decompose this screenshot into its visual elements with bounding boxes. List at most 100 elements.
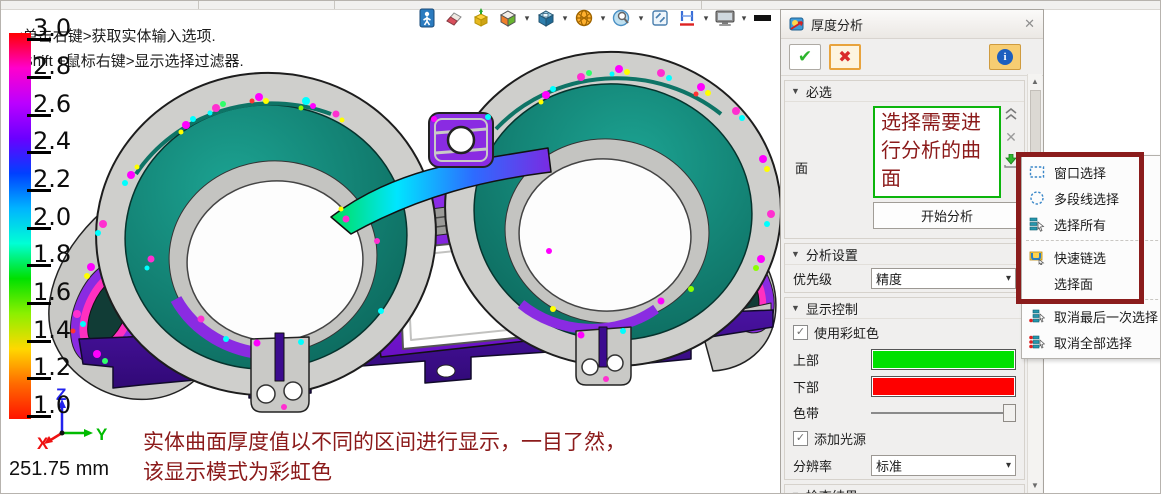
select-all-icon [1028,216,1046,232]
slider-track-line [871,412,1016,414]
start-analysis-button[interactable]: 开始分析 [873,202,1021,229]
lower-color-swatch[interactable] [871,376,1016,397]
upper-color-row: 上部 [785,346,1024,373]
light-source-checkbox[interactable]: ✓ [793,431,808,446]
eraser-icon[interactable] [442,6,466,30]
slider-handle[interactable] [1003,404,1016,422]
tab-strip-segment [1,1,199,9]
cancel-button[interactable]: ✖ [829,44,861,70]
color-band-row: 色带 [785,400,1024,425]
scale-label: 1.2 [33,353,71,381]
dialog-titlebar[interactable]: 厚度分析 ✕ [781,10,1043,39]
upper-label: 上部 [793,350,871,369]
clear-selection-icon[interactable]: ✕ [1005,129,1017,146]
scale-label: 2.0 [33,203,71,231]
sketch-exit-icon[interactable] [415,6,439,30]
section-collapse-icon: ▼ [791,249,800,259]
menu-item-select-face[interactable]: 选择面 [1022,270,1161,296]
menu-item-quick-chain[interactable]: 快速链选 [1022,244,1161,270]
section-display-control-title: 显示控制 [806,299,858,318]
menu-item-select-all[interactable]: 选择所有 [1022,211,1161,237]
menu-item-window-select[interactable]: 窗口选择 [1022,159,1161,185]
section-required-title: 必选 [806,82,832,101]
thickness-analysis-icon [789,16,805,32]
annotation-line2: 该显示模式为彩虹色 [143,457,626,487]
zoom-view-icon[interactable] [610,6,634,30]
menu-item-label: 取消全部选择 [1054,333,1132,352]
resolution-dropdown[interactable]: 标准 ▾ [871,455,1016,476]
resolution-value: 标准 [876,456,1006,475]
ok-button[interactable]: ✔ [789,44,821,70]
scale-label: 2.8 [33,52,71,80]
section-check-results: ▼ 检查结果 [784,484,1025,494]
scroll-up-icon[interactable]: ▲ [1028,77,1042,86]
menu-item-label: 快速链选 [1054,248,1106,267]
color-scale-bar [9,33,31,419]
info-button[interactable]: i [989,44,1021,70]
priority-dropdown[interactable]: 精度 ▾ [871,268,1016,289]
section-analysis-settings-title: 分析设置 [806,245,858,264]
dialog-action-row: ✔ ✖ i [781,39,1043,76]
menu-item-deselect-all[interactable]: 取消全部选择 [1022,329,1161,355]
load-selection-icon[interactable] [1004,154,1018,168]
section-display-control-header[interactable]: ▼ 显示控制 [785,298,1024,319]
collapse-list-icon[interactable] [1005,108,1017,121]
measure-distance-icon[interactable] [675,6,699,30]
shaded-cube-icon[interactable] [496,6,520,30]
section-required-header[interactable]: ▼ 必选 [785,81,1024,102]
light-source-label: 添加光源 [814,429,866,448]
dropdown-arrow-icon[interactable]: ▾ [702,13,710,24]
close-icon[interactable]: ✕ [1024,16,1035,32]
color-band-label: 色带 [793,403,871,422]
face-select-area: 面 选择需要进行分析的曲面 ✕ 开始分析 [785,102,1024,238]
section-collapse-icon: ▼ [791,86,800,96]
menu-item-label: 多段线选择 [1054,189,1119,208]
application-window: Z Y X <单击右键>获取实体输入选项. <Shift +鼠标右键>显示选择过… [0,0,1161,494]
chevron-down-icon: ▾ [1006,273,1011,284]
resolution-row: 分辨率 标准 ▾ [785,452,1024,479]
dropdown-arrow-icon[interactable]: ▾ [599,13,607,24]
marquee-select-icon [1028,164,1046,180]
dropdown-arrow-icon[interactable]: ▾ [637,13,645,24]
scale-label: 1.6 [33,278,71,306]
color-band-slider[interactable] [871,404,1016,422]
extrude-box-icon[interactable] [469,6,493,30]
view-cube-icon[interactable] [534,6,558,30]
scale-label: 2.6 [33,90,71,118]
dropdown-arrow-icon[interactable]: ▾ [561,13,569,24]
annotation-line1: 实体曲面厚度值以不同的区间进行显示，一目了然， [143,427,626,457]
dropdown-arrow-icon[interactable]: ▾ [523,13,531,24]
section-check-results-header[interactable]: ▼ 检查结果 [785,485,1024,494]
chevron-down-icon: ▾ [1006,460,1011,471]
scale-label: 1.4 [33,316,71,344]
upper-color-swatch[interactable] [871,349,1016,370]
scale-label: 3.0 [33,14,71,42]
dropdown-arrow-icon[interactable]: ▾ [740,13,748,24]
axis-y-label: Y [96,425,108,444]
section-check-results-title: 检查结果 [806,486,858,494]
display-monitor-icon[interactable] [713,6,737,30]
selection-tooltip: 选择需要进行分析的曲面 [873,106,1001,198]
section-display-control: ▼ 显示控制 ✓ 使用彩虹色 上部 下部 色带 [784,297,1025,480]
wireframe-sphere-icon[interactable] [572,6,596,30]
fit-window-icon[interactable] [648,6,672,30]
priority-row: 优先级 精度 ▾ [785,265,1024,292]
cad-viewport[interactable]: Z Y X [1,9,783,494]
priority-label: 优先级 [793,269,871,288]
menu-item-deselect-last[interactable]: 取消最后一次选择 [1022,303,1161,329]
tab-strip-segment [198,1,335,9]
menu-separator [1026,299,1161,300]
priority-value: 精度 [876,269,1006,288]
section-collapse-icon: ▼ [791,490,800,494]
scroll-down-icon[interactable]: ▼ [1028,481,1042,490]
menu-item-polyline-select[interactable]: 多段线选择 [1022,185,1161,211]
model-top-tab [429,113,493,167]
menu-item-label: 选择所有 [1054,215,1106,234]
section-analysis-settings: ▼ 分析设置 优先级 精度 ▾ [784,243,1025,293]
rainbow-color-checkbox[interactable]: ✓ [793,325,808,340]
menu-item-label: 选择面 [1054,274,1093,293]
cad-model[interactable] [49,38,783,412]
rainbow-color-row: ✓ 使用彩虹色 [785,319,1024,346]
section-analysis-settings-header[interactable]: ▼ 分析设置 [785,244,1024,265]
collapsed-toolbar-icon[interactable] [751,6,775,30]
